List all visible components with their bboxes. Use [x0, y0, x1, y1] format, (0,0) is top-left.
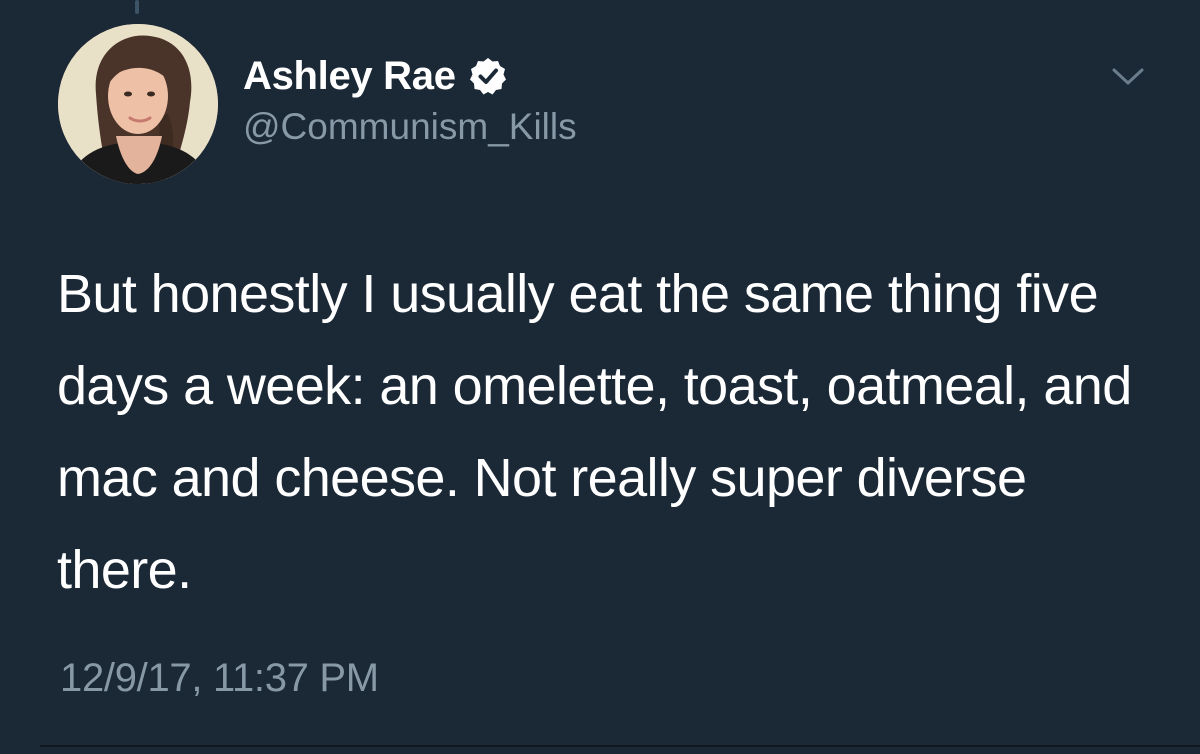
- avatar-image: [58, 24, 218, 184]
- author-name-row: Ashley Rae: [243, 52, 577, 100]
- tweet-author[interactable]: Ashley Rae @Communism_Kills: [243, 52, 577, 148]
- author-display-name[interactable]: Ashley Rae: [243, 54, 456, 99]
- tweet-body-text: But honestly I usually eat the same thin…: [57, 264, 1132, 600]
- tweet-timestamp[interactable]: 12/9/17, 11:37 PM: [60, 656, 379, 701]
- author-handle[interactable]: @Communism_Kills: [243, 106, 577, 148]
- verified-badge-icon: [468, 56, 508, 96]
- chevron-down-icon[interactable]: [1110, 62, 1146, 90]
- tweet-card: Ashley Rae @Communism_Kills But honestly…: [0, 0, 1200, 754]
- thread-connector-line: [135, 0, 139, 14]
- avatar[interactable]: [58, 24, 218, 184]
- bottom-divider: [40, 745, 1200, 747]
